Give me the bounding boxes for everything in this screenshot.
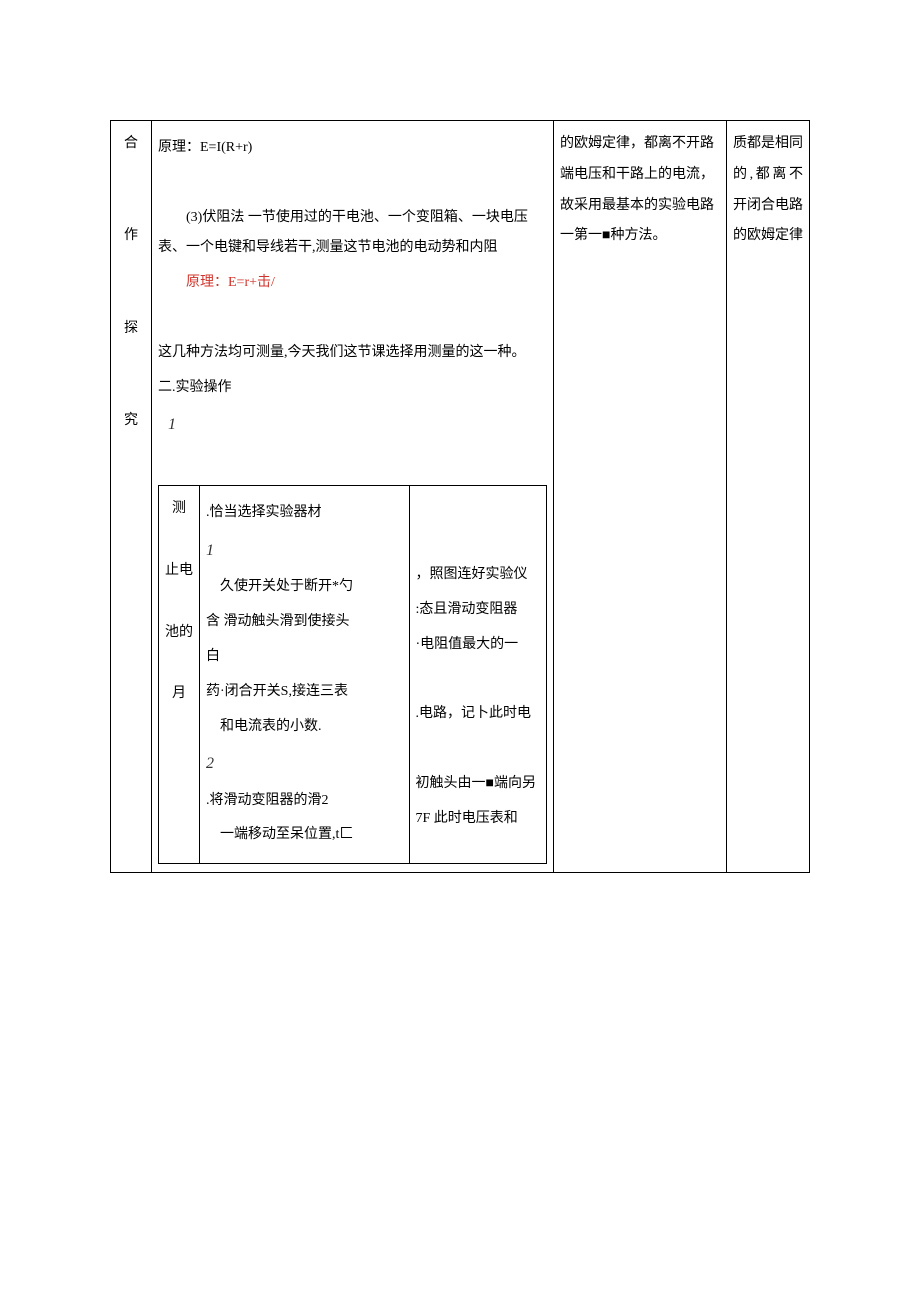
inner-left-label-text: 测 止电 池的 月 [165,494,193,710]
step-1d: 白 [206,642,403,673]
column-4-cell: 质都是相同的,都离不开闭合电路的欧姆定律 [727,121,810,873]
main-content-cell: 原理：E=I(R+r) (3)伏阻法 一节使用过的干电池、一个变阻箱、一块电压表… [152,121,554,873]
step-1c: 含 滑动触头滑到使接头 [206,607,403,638]
step-2a: .将滑动变阻器的滑2 [206,786,403,817]
left-label-cell: 合 作 探 究 [111,121,152,873]
col3-text: 的欧姆定律，都离不开路端电压和干路上的电流，故采用最基本的实验电路一第一■种方法… [560,129,720,252]
inner-right-content: ，照图连好实验仪 :态且滑动变阻器 ·电阻值最大的一 .电路，记卜此时电 初触头… [409,486,546,864]
step-1f: 和电流表的小数. [206,712,403,743]
right-r5: 初触头由一■端向另 [416,769,540,800]
column-3-cell: 的欧姆定律，都离不开路端电压和干路上的电流，故采用最基本的实验电路一第一■种方法… [554,121,727,873]
step-2b: 一端移动至呆位置,t匚 [206,820,403,851]
italic-num-1: 1 [206,533,403,568]
principle-3: 原理：E=r+击/ [158,268,547,299]
right-r4: .电路，记卜此时电 [416,699,540,730]
right-r3: ·电阻值最大的一 [416,630,540,661]
inner-left-content: .恰当选择实验器材 1 久使开关处于断开*勺 含 滑动触头滑到使接头 白 药·闭… [200,486,410,864]
right-r6: 7F 此时电压表和 [416,804,540,835]
inner-left-label-cell: 测 止电 池的 月 [159,486,200,864]
document-table: 合 作 探 究 原理：E=I(R+r) (3)伏阻法 一节使用过的干电池、一个变… [110,120,810,873]
left-label-text: 合 作 探 究 [117,129,145,437]
method-3-para: (3)伏阻法 一节使用过的干电池、一个变阻箱、一块电压表、一个电键和导线若干,测… [158,203,547,265]
italic-num-2: 2 [206,746,403,781]
section-2-title: 二.实验操作 [158,373,547,404]
summary-para: 这几种方法均可测量,今天我们这节课选择用测量的这一种。 [158,338,547,369]
step-1b: 久使开关处于断开*勺 [206,572,403,603]
inner-steps-table: 测 止电 池的 月 .恰当选择实验器材 1 久使开关处于断开*勺 含 滑动触头滑… [158,485,547,864]
right-r1: ，照图连好实验仪 [416,560,540,591]
right-r2: :态且滑动变阻器 [416,595,540,626]
step-1e: 药·闭合开关S,接连三表 [206,677,403,708]
italic-number-top: 1 [168,407,547,442]
col4-text: 质都是相同的,都离不开闭合电路的欧姆定律 [733,129,803,252]
principle-1: 原理：E=I(R+r) [158,133,547,164]
step-1a: .恰当选择实验器材 [206,498,403,529]
